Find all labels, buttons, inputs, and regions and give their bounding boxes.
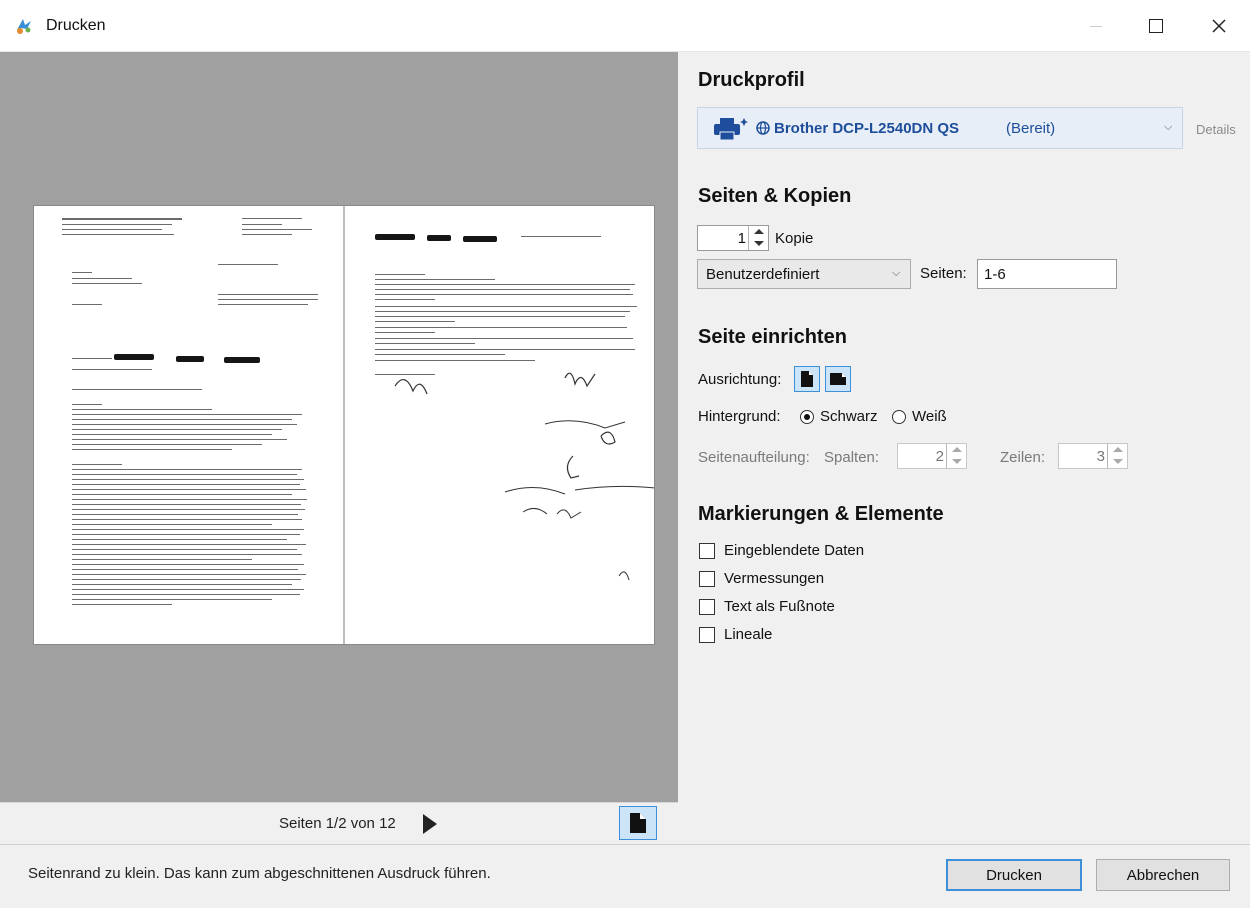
stepper-up-icon[interactable] [947, 444, 967, 456]
chevron-down-icon: ⌵ [892, 267, 901, 279]
pages-input[interactable] [977, 259, 1117, 289]
background-black-label: Schwarz [820, 408, 878, 425]
single-page-view-button[interactable] [619, 806, 657, 840]
pages-input-field[interactable] [978, 260, 1116, 288]
printer-status: (Bereit) [1006, 120, 1056, 137]
copies-label: Kopie [775, 230, 814, 247]
copies-stepper-arrows[interactable] [748, 226, 768, 250]
chevron-down-icon: ⌵ [1164, 121, 1173, 133]
preview-document-right [345, 206, 654, 644]
columns-value: 2 [935, 448, 944, 465]
background-white-label: Weiß [912, 408, 947, 425]
rows-stepper[interactable]: 3 [1058, 443, 1128, 469]
minimize-button[interactable] [1065, 0, 1127, 52]
druckprofil-title: Druckprofil [698, 69, 805, 91]
columns-stepper-arrows[interactable] [946, 444, 966, 468]
landscape-orientation-button[interactable] [825, 366, 851, 392]
checkbox-label-eingeblendete-daten: Eingeblendete Daten [724, 542, 865, 559]
settings-panel: Druckprofil Brother DCP-L2540DN QS (Bere… [678, 52, 1250, 844]
stepper-up-icon[interactable] [1108, 444, 1128, 456]
rows-value: 3 [1096, 448, 1105, 465]
copies-stepper[interactable]: 1 [697, 225, 769, 251]
cancel-button[interactable]: Abbrechen [1096, 859, 1230, 891]
layout-label: Seitenaufteilung: [698, 449, 810, 466]
title-bar: Drucken [0, 0, 1250, 52]
close-icon [1212, 19, 1226, 33]
printer-icon [714, 118, 748, 140]
landscape-page-icon [830, 373, 846, 385]
checkbox-label-text-als-fussnote: Text als Fußnote [724, 598, 835, 615]
checkbox-label-lineale: Lineale [724, 626, 773, 643]
checkbox-text-als-fussnote[interactable] [699, 599, 715, 615]
portrait-page-icon [801, 371, 813, 387]
print-button[interactable]: Drucken [946, 859, 1082, 891]
stepper-up-icon[interactable] [749, 226, 769, 238]
checkbox-lineale[interactable] [699, 627, 715, 643]
printer-name: Brother DCP-L2540DN QS [774, 120, 960, 137]
maximize-icon [1149, 19, 1163, 33]
columns-stepper[interactable]: 2 [897, 443, 967, 469]
page-range-select[interactable]: Benutzerdefiniert ⌵ [697, 259, 911, 289]
checkbox-vermessungen[interactable] [699, 571, 715, 587]
close-button[interactable] [1188, 0, 1250, 52]
pager-bar: Seiten 1/2 von 12 [0, 802, 678, 844]
margin-warning: Seitenrand zu klein. Das kann zum abgesc… [28, 865, 491, 882]
rows-label: Zeilen: [1000, 449, 1046, 466]
columns-label: Spalten: [824, 449, 880, 466]
app-logo-icon [17, 19, 31, 34]
page-indicator: Seiten 1/2 von 12 [279, 815, 396, 832]
page-range-value: Benutzerdefiniert [706, 266, 820, 283]
globe-icon [756, 121, 770, 135]
stepper-down-icon[interactable] [947, 456, 967, 468]
minimize-icon [1090, 25, 1102, 27]
print-preview [0, 52, 678, 802]
maximize-button[interactable] [1125, 0, 1187, 52]
rows-stepper-arrows[interactable] [1107, 444, 1127, 468]
checkbox-label-vermessungen: Vermessungen [724, 570, 825, 587]
stepper-down-icon[interactable] [749, 238, 769, 250]
background-black-radio[interactable] [800, 410, 814, 424]
preview-document-left [34, 206, 343, 644]
background-label: Hintergrund: [698, 408, 781, 425]
orientation-label: Ausrichtung: [698, 371, 782, 388]
markierungen-title: Markierungen & Elemente [698, 503, 944, 525]
portrait-orientation-button[interactable] [794, 366, 820, 392]
next-page-icon[interactable] [423, 814, 437, 834]
details-link[interactable]: Details [1196, 122, 1236, 137]
seiten-kopien-title: Seiten & Kopien [698, 185, 852, 207]
window-title: Drucken [46, 17, 106, 34]
seite-einrichten-title: Seite einrichten [698, 326, 847, 348]
stepper-down-icon[interactable] [1108, 456, 1128, 468]
preview-page [34, 206, 654, 644]
copies-value: 1 [737, 230, 746, 247]
printer-profile-select[interactable]: Brother DCP-L2540DN QS (Bereit) ⌵ [697, 107, 1183, 149]
pages-label: Seiten: [920, 265, 967, 282]
checkbox-eingeblendete-daten[interactable] [699, 543, 715, 559]
page-icon [630, 813, 646, 833]
handwriting-scribbles [394, 372, 654, 581]
background-white-radio[interactable] [892, 410, 906, 424]
footer-bar: Seitenrand zu klein. Das kann zum abgesc… [0, 844, 1250, 908]
